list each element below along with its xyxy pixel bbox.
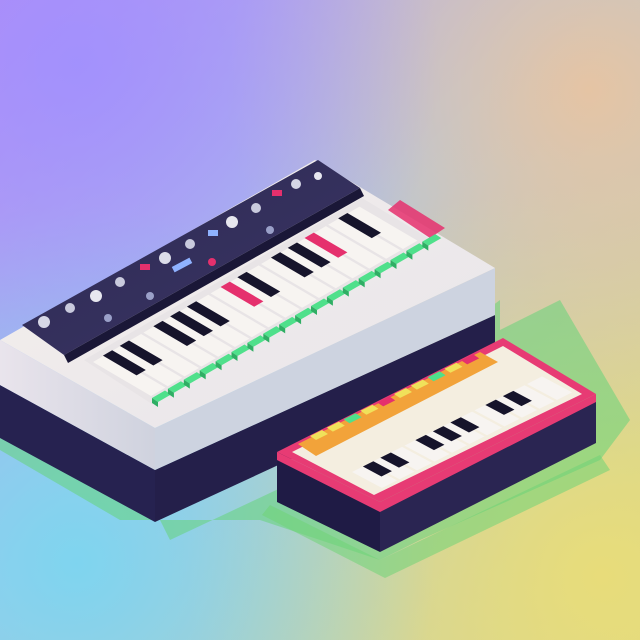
knob-11 (104, 314, 112, 322)
button-1 (140, 264, 150, 270)
button-3 (272, 190, 282, 196)
knob-13 (208, 258, 216, 266)
knob-12 (146, 292, 154, 300)
knob-1 (38, 316, 50, 328)
knob-10 (314, 172, 322, 180)
knob-9 (291, 179, 301, 189)
knob-6 (185, 239, 195, 249)
knob-2 (65, 303, 75, 313)
knob-3 (90, 290, 102, 302)
knob-14 (266, 226, 274, 234)
button-2 (208, 230, 218, 236)
knob-8 (251, 203, 261, 213)
knob-5 (159, 252, 171, 264)
knob-4 (115, 277, 125, 287)
illustration-canvas (0, 160, 630, 578)
synth-illustration (0, 0, 640, 640)
knob-7 (226, 216, 238, 228)
